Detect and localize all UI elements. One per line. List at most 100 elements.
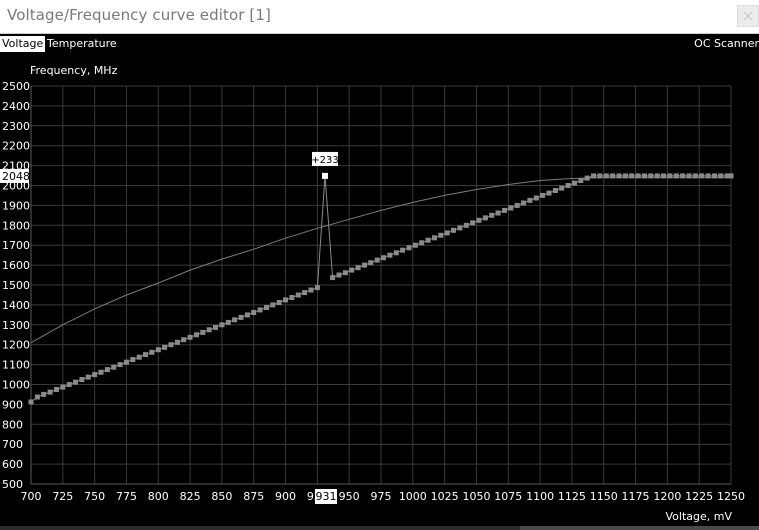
curve-point[interactable] [34, 394, 40, 400]
curve-point[interactable] [559, 185, 565, 191]
curve-point[interactable] [54, 387, 59, 392]
curve-point[interactable] [314, 285, 320, 291]
curve-point[interactable] [374, 257, 380, 263]
curve-point[interactable] [28, 399, 34, 405]
curve-point[interactable] [336, 272, 342, 278]
curve-point[interactable] [41, 391, 47, 397]
curve-point[interactable] [155, 347, 161, 353]
curve-point[interactable] [349, 267, 355, 273]
curve-point[interactable] [251, 310, 257, 315]
curve-point[interactable] [66, 382, 72, 387]
curve-point[interactable] [622, 173, 628, 179]
close-button[interactable] [737, 5, 759, 27]
curve-point[interactable] [225, 319, 231, 325]
curve-point[interactable] [342, 270, 348, 276]
curve-point[interactable] [629, 173, 635, 179]
curve-point[interactable] [584, 175, 590, 181]
curve-point[interactable] [527, 197, 533, 203]
curve-point[interactable] [728, 173, 734, 179]
curve-point[interactable] [495, 210, 501, 216]
curve-point[interactable] [194, 332, 199, 338]
curve-point[interactable] [85, 374, 91, 380]
curve-point[interactable] [162, 344, 168, 350]
curve-point[interactable] [502, 207, 507, 213]
curve-point[interactable] [546, 190, 552, 196]
curve-point[interactable] [444, 230, 450, 236]
curve-point[interactable] [419, 240, 425, 246]
curve-point[interactable] [610, 173, 616, 179]
curve-point[interactable] [680, 173, 686, 179]
curve-point[interactable] [368, 260, 374, 266]
curve-point[interactable] [117, 362, 123, 368]
curve-point[interactable] [244, 312, 250, 318]
curve-point[interactable] [705, 173, 711, 179]
curve-point[interactable] [521, 200, 526, 206]
curve-point[interactable] [308, 287, 314, 293]
curve-point[interactable] [565, 183, 571, 188]
curve-point[interactable] [476, 217, 482, 223]
curve-point[interactable] [111, 364, 117, 370]
curve-point[interactable] [451, 227, 456, 233]
curve-point[interactable] [572, 180, 577, 186]
curve-point[interactable] [79, 377, 85, 382]
curve-point[interactable] [654, 173, 660, 179]
curve-point[interactable] [362, 262, 367, 268]
curve-point[interactable] [200, 329, 206, 335]
curve-point[interactable] [330, 275, 336, 281]
curve-point[interactable] [425, 237, 431, 243]
curve-point[interactable] [130, 357, 136, 363]
curve-point[interactable] [718, 173, 724, 179]
tab-temperature[interactable]: Temperature [45, 36, 119, 52]
curve-point[interactable] [603, 173, 609, 179]
curve-point[interactable] [648, 173, 654, 179]
curve-point[interactable] [73, 379, 78, 385]
scrollbar-thumb[interactable] [520, 526, 759, 530]
curve-point[interactable] [60, 384, 66, 390]
curve-point[interactable] [400, 247, 406, 253]
curve-point[interactable] [98, 369, 104, 375]
curve-point[interactable] [295, 292, 301, 298]
curve-point[interactable] [149, 349, 155, 355]
curve-point[interactable] [276, 300, 282, 305]
curve-point[interactable] [514, 202, 520, 208]
vf-curve-chart[interactable]: Frequency, MHz50060070080090010001100120… [0, 54, 759, 526]
curve-point[interactable] [597, 173, 603, 179]
curve-point[interactable] [412, 242, 418, 248]
curve-point[interactable] [387, 252, 393, 258]
tab-voltage[interactable]: Voltage [0, 36, 46, 52]
curve-point[interactable] [406, 245, 412, 251]
curve-point[interactable] [540, 192, 546, 198]
curve-point[interactable] [283, 297, 288, 303]
curve-point[interactable] [47, 389, 53, 395]
selected-point[interactable] [322, 172, 328, 179]
curve-point[interactable] [642, 173, 647, 179]
curve-point[interactable] [124, 359, 129, 365]
curve-point[interactable] [533, 195, 539, 201]
curve-point[interactable] [616, 173, 622, 179]
curve-point[interactable] [238, 314, 244, 320]
curve-point[interactable] [393, 250, 399, 256]
curve-point[interactable] [686, 173, 692, 179]
curve-point[interactable] [552, 188, 558, 193]
curve-point[interactable] [438, 232, 444, 238]
curve-point[interactable] [470, 220, 476, 226]
curve-point[interactable] [174, 339, 180, 345]
curve-point[interactable] [302, 290, 308, 296]
curve-point[interactable] [699, 173, 705, 179]
curve-point[interactable] [264, 305, 269, 310]
curve-point[interactable] [355, 265, 361, 271]
curve-point[interactable] [143, 352, 148, 358]
curve-point[interactable] [92, 372, 98, 378]
curve-point[interactable] [136, 354, 142, 360]
curve-point[interactable] [289, 295, 295, 300]
curve-point[interactable] [206, 327, 212, 333]
curve-point[interactable] [219, 322, 225, 328]
curve-point[interactable] [181, 337, 187, 343]
curve-point[interactable] [213, 324, 218, 330]
curve-point[interactable] [591, 173, 596, 179]
curve-point[interactable] [257, 307, 263, 313]
curve-point[interactable] [463, 222, 469, 228]
curve-point[interactable] [489, 212, 495, 218]
curve-point[interactable] [661, 173, 666, 179]
curve-point[interactable] [667, 173, 673, 179]
